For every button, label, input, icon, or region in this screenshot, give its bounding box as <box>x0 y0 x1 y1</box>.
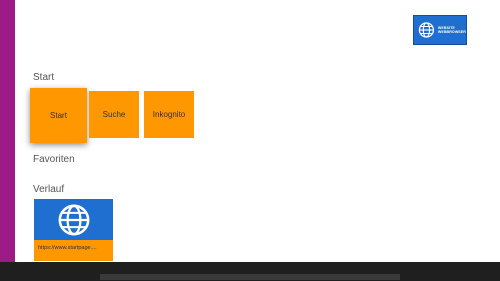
section-title-history: Verlauf <box>33 184 65 195</box>
history-url: https://www.startpage.... <box>38 245 97 251</box>
section-title-favorites: Favoriten <box>33 154 75 165</box>
tile-incognito[interactable]: Inkognito <box>144 91 194 138</box>
browser-home-screen: WEBSITE WEBBROWSER Start Start Suche Ink… <box>0 0 500 281</box>
app-logo: WEBSITE WEBBROWSER <box>413 15 467 45</box>
tv-stand <box>100 274 400 280</box>
tile-start[interactable]: Start <box>30 88 87 143</box>
history-item[interactable]: https://www.startpage.... <box>34 199 113 261</box>
logo-text-line2: WEBBROWSER <box>437 30 466 34</box>
globe-icon <box>58 204 89 235</box>
tile-search[interactable]: Suche <box>89 91 139 138</box>
globe-icon <box>418 22 435 38</box>
section-title-start: Start <box>33 72 55 83</box>
history-thumbnail <box>34 199 113 240</box>
accent-side-bar <box>0 0 15 262</box>
logo-text: WEBSITE WEBBROWSER <box>438 26 466 34</box>
